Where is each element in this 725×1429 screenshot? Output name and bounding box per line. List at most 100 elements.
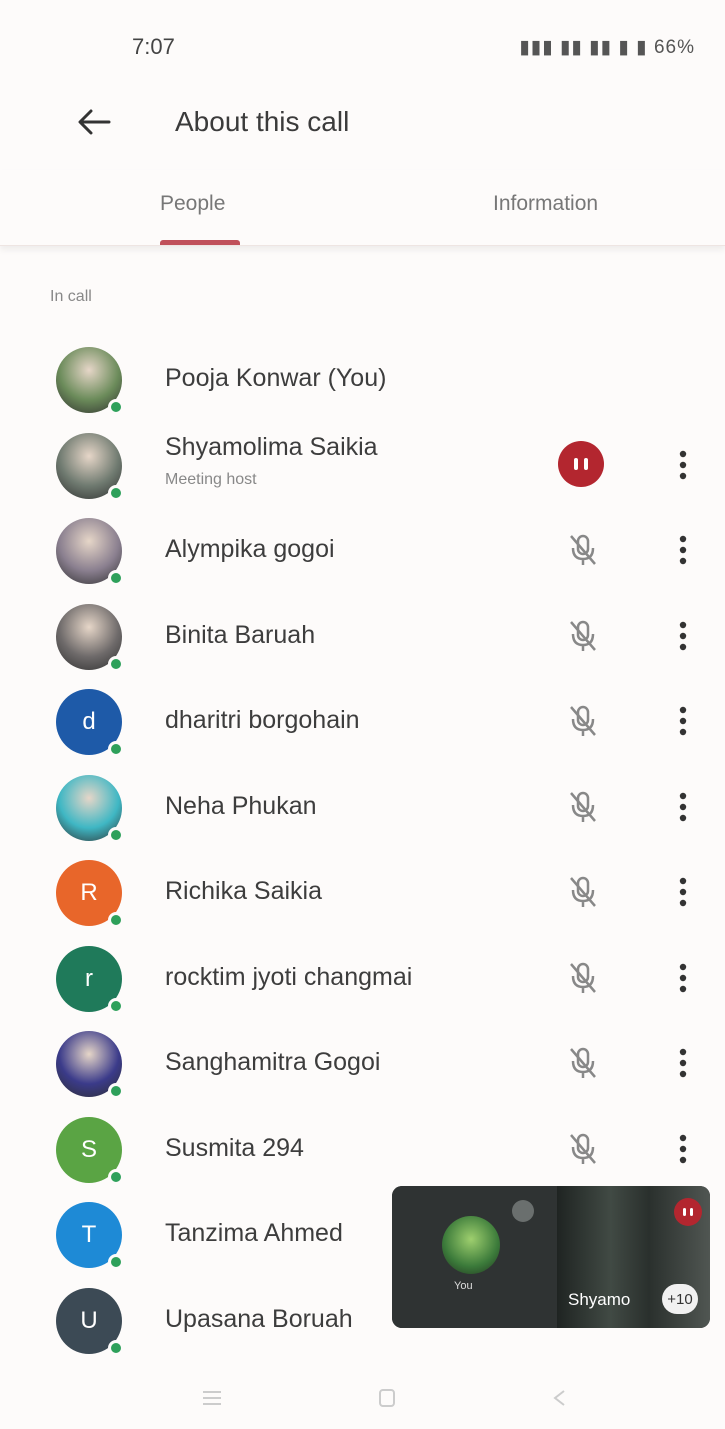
avatar-initial: U bbox=[80, 1306, 98, 1334]
pip-extra-count: +10 bbox=[662, 1284, 698, 1314]
online-status-dot bbox=[108, 484, 124, 501]
avatar bbox=[56, 432, 124, 501]
pip-dot bbox=[512, 1200, 534, 1222]
page-title: About this call bbox=[175, 106, 350, 137]
mic-off-icon bbox=[563, 701, 603, 741]
pip-self-tile: You bbox=[392, 1186, 557, 1328]
arrow-left-icon bbox=[78, 109, 111, 135]
status-time: 7:07 bbox=[132, 34, 175, 59]
pip-speaker-name: Shyamo bbox=[568, 1290, 631, 1309]
participant-row[interactable]: d dharitri borgohain bbox=[0, 677, 725, 763]
system-nav-bar bbox=[0, 1365, 725, 1429]
avatar bbox=[56, 603, 124, 672]
more-options-icon[interactable] bbox=[665, 872, 701, 912]
avatar bbox=[56, 518, 124, 586]
participant-name: Binita Baruah bbox=[165, 620, 316, 649]
avatar: T bbox=[56, 1202, 124, 1270]
nav-home-button[interactable] bbox=[372, 1383, 402, 1413]
participant-name: Sanghamitra Gogoi bbox=[165, 1048, 381, 1076]
tab-people[interactable]: People bbox=[160, 192, 225, 216]
pip-speaking-icon bbox=[674, 1198, 702, 1226]
participant-row[interactable]: r rocktim jyoti changmai bbox=[0, 934, 725, 1020]
avatar-initial: r bbox=[85, 964, 93, 992]
participant-role: Meeting host bbox=[165, 470, 257, 488]
signal-icon: ▮▮▮ ▮▮ ▮▮ ▮ bbox=[519, 37, 630, 58]
participant-row[interactable]: Binita Baruah bbox=[0, 592, 725, 678]
avatar bbox=[56, 347, 124, 415]
battery-icon: ▮ bbox=[636, 37, 648, 58]
online-status-dot bbox=[108, 1083, 124, 1099]
participant-name: Pooja Konwar (You) bbox=[165, 364, 387, 392]
online-status-dot bbox=[108, 1339, 124, 1356]
avatar: R bbox=[56, 860, 124, 928]
participant-name: Richika Saikia bbox=[165, 877, 323, 905]
participant-row[interactable]: Sanghamitra Gogoi bbox=[0, 1019, 725, 1105]
mic-off-icon bbox=[563, 958, 603, 998]
participant-name: Tanzima Ahmed bbox=[165, 1219, 343, 1247]
home-icon bbox=[379, 1389, 395, 1407]
avatar-initial: R bbox=[80, 879, 98, 906]
participant-name: Alympika gogoi bbox=[165, 535, 335, 563]
online-status-dot bbox=[108, 997, 124, 1014]
status-bar: 7:07 ▮▮▮ ▮▮ ▮▮ ▮ ▮ 66% bbox=[0, 0, 725, 90]
nav-back-button[interactable] bbox=[545, 1383, 575, 1413]
online-status-dot bbox=[108, 1254, 124, 1270]
mic-off-icon bbox=[563, 530, 603, 570]
participant-name: Shyamolima Saikia bbox=[165, 432, 378, 461]
avatar: r bbox=[56, 945, 124, 1014]
online-status-dot bbox=[108, 399, 124, 415]
avatar-initial: S bbox=[80, 1135, 97, 1163]
more-options-icon[interactable] bbox=[665, 530, 701, 570]
mic-off-icon bbox=[563, 616, 603, 656]
online-status-dot bbox=[108, 912, 124, 928]
tab-bar: People Information bbox=[0, 170, 725, 246]
more-options-icon[interactable] bbox=[665, 787, 701, 827]
avatar bbox=[56, 774, 124, 843]
avatar: d bbox=[56, 689, 124, 757]
app-bar: About this call bbox=[0, 90, 725, 160]
online-status-dot bbox=[108, 1168, 124, 1185]
online-status-dot bbox=[108, 655, 124, 672]
tab-information[interactable]: Information bbox=[493, 192, 598, 216]
status-icons: ▮▮▮ ▮▮ ▮▮ ▮ ▮ 66% bbox=[519, 36, 695, 59]
mic-off-icon bbox=[563, 872, 603, 912]
more-options-icon[interactable] bbox=[665, 616, 701, 656]
more-options-icon[interactable] bbox=[665, 445, 701, 485]
participant-row[interactable]: Shyamolima Saikia Meeting host bbox=[0, 421, 725, 507]
section-label: In call bbox=[50, 288, 92, 305]
tab-indicator bbox=[160, 240, 240, 245]
avatar: S bbox=[56, 1116, 124, 1185]
battery-level: 66% bbox=[653, 37, 695, 58]
back-triangle-icon bbox=[553, 1390, 565, 1406]
more-options-icon[interactable] bbox=[665, 701, 701, 741]
speaking-indicator-icon bbox=[558, 440, 604, 487]
participant-row[interactable]: Alympika gogoi bbox=[0, 506, 725, 592]
mic-off-icon bbox=[563, 787, 603, 827]
participant-name: rocktim jyoti changmai bbox=[165, 962, 413, 991]
mic-off-icon bbox=[563, 1129, 603, 1169]
avatar: U bbox=[56, 1287, 124, 1356]
online-status-dot bbox=[108, 570, 124, 586]
picture-in-picture[interactable]: You Shyamo +10 bbox=[392, 1186, 710, 1328]
avatar-initial: d bbox=[82, 708, 96, 735]
participant-name: Neha Phukan bbox=[165, 791, 317, 820]
participant-row[interactable]: Pooja Konwar (You) bbox=[0, 335, 725, 421]
participant-row[interactable]: Neha Phukan bbox=[0, 763, 725, 849]
participant-row[interactable]: S Susmita 294 bbox=[0, 1105, 725, 1191]
pip-self-label: You bbox=[454, 1280, 473, 1292]
participant-name: Upasana Boruah bbox=[165, 1304, 353, 1333]
back-button[interactable] bbox=[70, 98, 118, 146]
menu-icon bbox=[203, 1391, 221, 1405]
participant-row[interactable]: R Richika Saikia bbox=[0, 848, 725, 934]
more-options-icon[interactable] bbox=[665, 1043, 701, 1083]
online-status-dot bbox=[108, 741, 124, 757]
online-status-dot bbox=[108, 826, 124, 843]
participant-name: Susmita 294 bbox=[165, 1133, 304, 1162]
nav-recents-button[interactable] bbox=[197, 1383, 227, 1413]
pip-self-avatar bbox=[442, 1216, 500, 1274]
mic-off-icon bbox=[563, 1043, 603, 1083]
avatar-initial: T bbox=[81, 1221, 97, 1248]
more-options-icon[interactable] bbox=[665, 1129, 701, 1169]
avatar bbox=[56, 1031, 124, 1099]
more-options-icon[interactable] bbox=[665, 958, 701, 998]
